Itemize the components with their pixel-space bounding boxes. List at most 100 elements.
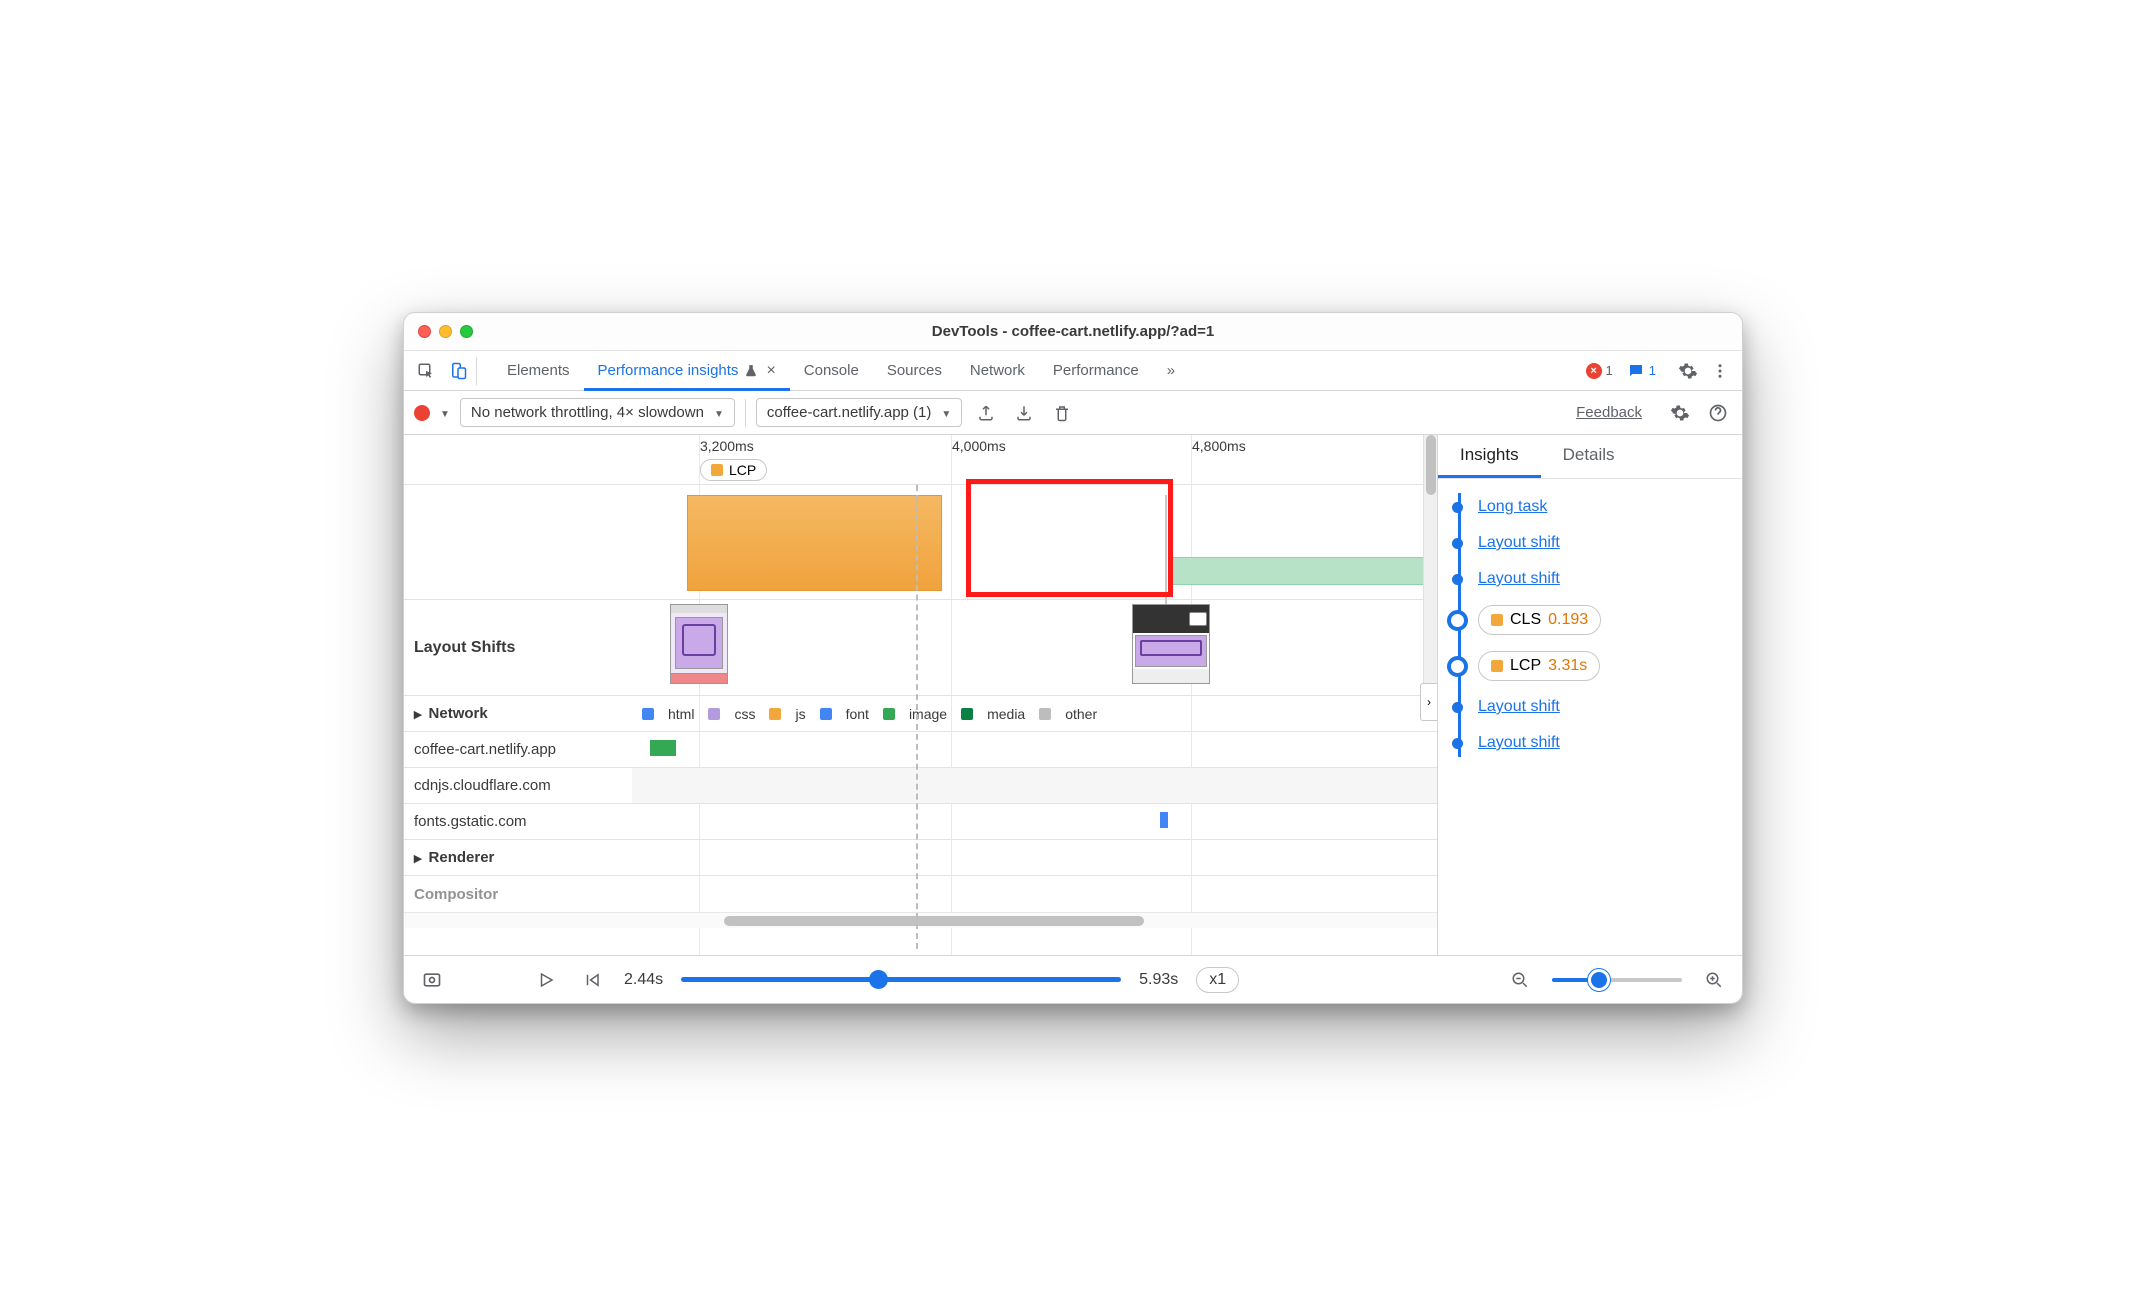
feedback-link[interactable]: Feedback (1576, 404, 1642, 421)
maximize-window-icon[interactable] (460, 325, 473, 338)
chip-label: CLS (1510, 611, 1541, 629)
insight-link[interactable]: Layout shift (1478, 570, 1560, 588)
tab-performance[interactable]: Performance (1039, 351, 1153, 391)
zoom-slider[interactable] (1552, 978, 1682, 982)
minimize-window-icon[interactable] (439, 325, 452, 338)
help-icon[interactable] (1704, 399, 1732, 427)
more-icon[interactable] (1706, 357, 1734, 385)
zoom-in-icon[interactable] (1700, 966, 1728, 994)
window-title: DevTools - coffee-cart.netlify.app/?ad=1 (404, 323, 1742, 340)
image-swatch-icon (883, 708, 895, 720)
network-bar[interactable] (1160, 812, 1168, 828)
zoom-knob-icon[interactable] (1588, 969, 1610, 991)
activity-block[interactable] (1170, 557, 1424, 585)
network-section-header[interactable]: Network html css js font image media oth… (404, 696, 1437, 732)
layout-shift-thumbnail[interactable] (1132, 604, 1210, 684)
import-icon[interactable] (1010, 399, 1038, 427)
page-select-dropdown[interactable]: coffee-cart.netlify.app (1) (756, 398, 962, 427)
insight-link[interactable]: Long task (1478, 498, 1547, 516)
playback-slider[interactable] (681, 977, 1121, 982)
inspect-icon[interactable] (412, 357, 440, 385)
compositor-section-header[interactable]: Compositor (404, 876, 1437, 912)
other-swatch-icon (1039, 708, 1051, 720)
lcp-swatch-icon (1491, 660, 1503, 672)
insight-item[interactable]: Layout shift (1478, 725, 1728, 761)
record-dropdown-icon[interactable] (440, 404, 450, 421)
legend-media: media (987, 706, 1025, 722)
lcp-chip-label: LCP (729, 462, 756, 478)
screenshot-toggle-icon[interactable] (418, 966, 446, 994)
cls-chip[interactable]: CLS 0.193 (1478, 605, 1601, 635)
tab-elements[interactable]: Elements (493, 351, 584, 391)
time-tick: 3,200ms (700, 438, 754, 454)
throttling-dropdown[interactable]: No network throttling, 4× slowdown (460, 398, 735, 427)
tab-insights[interactable]: Insights (1438, 435, 1541, 478)
chip-value: 3.31s (1548, 657, 1587, 675)
layout-shifts-track[interactable] (632, 600, 1437, 695)
rewind-icon[interactable] (578, 966, 606, 994)
font-swatch-icon (820, 708, 832, 720)
insight-link[interactable]: Layout shift (1478, 734, 1560, 752)
network-row[interactable]: fonts.gstatic.com (404, 804, 1437, 840)
insight-item[interactable]: Layout shift (1478, 561, 1728, 597)
tab-label: Elements (507, 362, 570, 379)
record-button-icon[interactable] (414, 405, 430, 421)
tab-network[interactable]: Network (956, 351, 1039, 391)
scrollbar-thumb[interactable] (1426, 435, 1436, 495)
overview-chart[interactable] (404, 485, 1437, 600)
speed-pill[interactable]: x1 (1196, 967, 1239, 993)
tab-console[interactable]: Console (790, 351, 873, 391)
collapse-sidebar-icon[interactable]: › (1420, 683, 1437, 721)
layout-shift-thumbnail[interactable] (670, 604, 728, 684)
tab-label: Network (970, 362, 1025, 379)
insight-item[interactable]: CLS 0.193 (1478, 597, 1728, 643)
lcp-marker-chip[interactable]: LCP (700, 459, 767, 481)
network-bar[interactable] (650, 740, 676, 756)
insights-list[interactable]: Long task Layout shift Layout shift CLS … (1438, 479, 1742, 955)
tab-details[interactable]: Details (1541, 435, 1637, 478)
messages-badge[interactable]: 1 (1627, 362, 1656, 380)
close-window-icon[interactable] (418, 325, 431, 338)
delete-icon[interactable] (1048, 399, 1076, 427)
network-row[interactable]: coffee-cart.netlify.app (404, 732, 1437, 768)
divider (476, 357, 477, 385)
zoom-out-icon[interactable] (1506, 966, 1534, 994)
vertical-scrollbar[interactable] (1423, 435, 1437, 715)
slider-knob-icon[interactable] (869, 970, 888, 989)
tab-label: Performance insights (598, 362, 739, 379)
error-icon: × (1586, 363, 1602, 379)
timeline-panel: 3,200ms 4,000ms 4,800ms LCP (404, 435, 1437, 955)
playback-end-time: 5.93s (1139, 971, 1178, 989)
settings-icon[interactable] (1674, 357, 1702, 385)
tabs-overflow[interactable]: » (1153, 351, 1189, 391)
panel-settings-icon[interactable] (1666, 399, 1694, 427)
throttle-label: No network throttling, 4× slowdown (471, 404, 704, 421)
legend-image: image (909, 706, 947, 722)
tab-performance-insights[interactable]: Performance insights × (584, 351, 790, 391)
export-icon[interactable] (972, 399, 1000, 427)
time-ruler[interactable]: 3,200ms 4,000ms 4,800ms LCP (404, 435, 1437, 485)
play-icon[interactable] (532, 966, 560, 994)
long-task-block[interactable] (687, 495, 942, 591)
device-toggle-icon[interactable] (444, 357, 472, 385)
legend-html: html (668, 706, 694, 722)
insight-link[interactable]: Layout shift (1478, 534, 1560, 552)
insight-item[interactable]: Layout shift (1478, 689, 1728, 725)
insight-link[interactable]: Layout shift (1478, 698, 1560, 716)
layout-shifts-label: Layout Shifts (404, 600, 632, 695)
insight-item[interactable]: LCP 3.31s (1478, 643, 1728, 689)
timeline-dot-icon (1452, 574, 1463, 585)
scrollbar-thumb[interactable] (724, 916, 1144, 926)
network-row[interactable]: cdnjs.cloudflare.com (404, 768, 1437, 804)
legend-other: other (1065, 706, 1097, 722)
close-tab-icon[interactable]: × (766, 362, 775, 380)
renderer-section-header[interactable]: Renderer (404, 840, 1437, 876)
insight-item[interactable]: Long task (1478, 489, 1728, 525)
cls-swatch-icon (1491, 614, 1503, 626)
legend-js: js (795, 706, 805, 722)
tab-sources[interactable]: Sources (873, 351, 956, 391)
horizontal-scrollbar[interactable] (404, 912, 1437, 928)
lcp-chip[interactable]: LCP 3.31s (1478, 651, 1600, 681)
errors-badge[interactable]: × 1 (1586, 363, 1613, 379)
insight-item[interactable]: Layout shift (1478, 525, 1728, 561)
